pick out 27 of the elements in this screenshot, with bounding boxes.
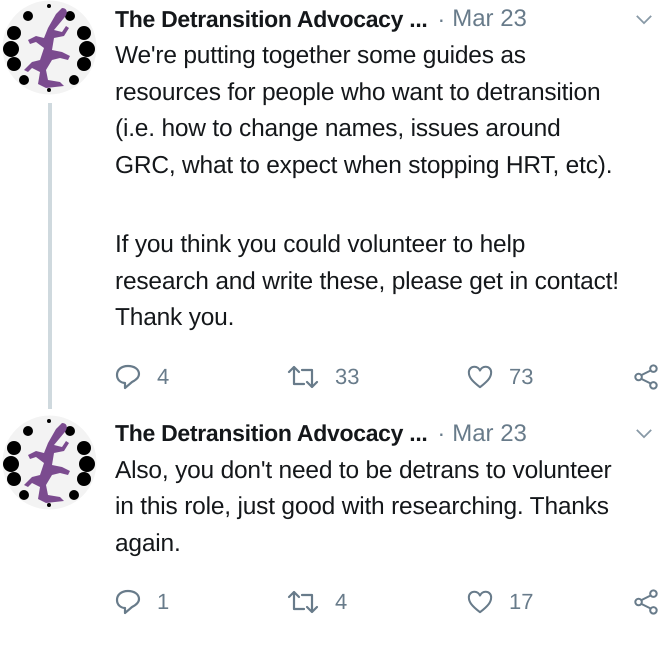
tweet-text: Also, you don't need to be detrans to volunteer in this role, just good with researching. Thanks again. (115, 456, 613, 558)
reply-count: 4 (157, 364, 170, 390)
avatar-icon[interactable] (2, 0, 97, 95)
reply-icon[interactable] (115, 589, 141, 615)
reply-icon[interactable] (115, 364, 141, 390)
like-count: 17 (509, 589, 534, 615)
tweet-date[interactable]: Mar 23 (452, 420, 527, 448)
like-count: 73 (509, 364, 534, 390)
reply-count: 1 (157, 589, 170, 615)
like-icon[interactable] (467, 364, 493, 390)
like-icon[interactable] (467, 589, 493, 615)
share-icon[interactable] (633, 589, 659, 615)
avatar-icon[interactable] (2, 414, 97, 510)
retweet-count: 33 (335, 364, 360, 390)
tweet-text: We're putting together some guides as resources for people who want to detransition (i.e. how to change names, issues around GRC, what to expect when stopping HRT, etc). (115, 41, 614, 180)
tweet-text: If you think you could volunteer to help research and write these, please get in contact! Thank you. (115, 230, 620, 333)
chevron-down-icon[interactable] (635, 428, 653, 439)
chevron-down-icon[interactable] (635, 14, 653, 24)
retweet-icon[interactable] (287, 589, 319, 615)
author-name[interactable]: The Detransition Advocacy ... (115, 420, 428, 447)
retweet-icon[interactable] (287, 364, 319, 390)
author-name[interactable]: The Detransition Advocacy ... (115, 6, 428, 32)
separator-dot: · (438, 6, 446, 32)
share-icon[interactable] (633, 364, 659, 390)
retweet-count: 4 (335, 589, 348, 615)
separator-dot: · (438, 420, 446, 447)
tweet-date[interactable]: Mar 23 (452, 5, 527, 33)
